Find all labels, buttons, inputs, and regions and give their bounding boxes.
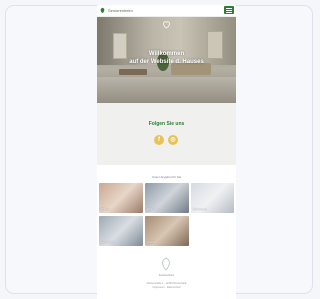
brand-name[interactable]: Seniorenheim xyxy=(108,8,133,14)
follow-section: Folgen Sie uns f ◎ xyxy=(97,103,236,165)
gallery-tile-care[interactable]: Pflege xyxy=(99,183,143,213)
menu-button[interactable] xyxy=(224,6,234,14)
footer-links[interactable]: Impressum · Datenschutz xyxy=(97,286,236,289)
facebook-icon[interactable]: f xyxy=(154,135,164,145)
footer-address: Musterstraße 1 · 12345 Musterstadt xyxy=(146,282,187,285)
hero-title: Willkommen auf der Website d. Hauses xyxy=(129,51,204,65)
instagram-icon[interactable]: ◎ xyxy=(168,135,178,145)
slider-dots xyxy=(220,95,232,99)
leaf-icon xyxy=(162,257,170,271)
top-navigation: Seniorenheim xyxy=(97,5,236,17)
gallery-tile-kitchen[interactable]: Küche xyxy=(145,216,189,246)
tile-label: Aktivitäten xyxy=(101,240,115,244)
gallery-tile-activities[interactable]: Aktivitäten xyxy=(99,216,143,246)
tile-label: Küche xyxy=(147,240,156,244)
tile-label: Wohnen xyxy=(147,207,159,211)
tile-label: Betreuung xyxy=(193,207,207,211)
gallery-tile-support[interactable]: Betreuung xyxy=(191,183,234,213)
heart-leaf-icon xyxy=(163,21,170,29)
gallery-title: Unser Angebot für Sie xyxy=(151,175,182,179)
tile-label: Pflege xyxy=(101,207,110,211)
website-page: Seniorenheim Willkommen auf der Website … xyxy=(97,5,236,299)
gallery-tile-living[interactable]: Wohnen xyxy=(145,183,189,213)
follow-title: Folgen Sie uns xyxy=(148,121,185,127)
leaf-icon[interactable] xyxy=(99,7,106,14)
footer-name: Seniorenheim xyxy=(158,274,175,277)
hero-slider[interactable]: Willkommen auf der Website d. Hauses xyxy=(97,17,236,103)
